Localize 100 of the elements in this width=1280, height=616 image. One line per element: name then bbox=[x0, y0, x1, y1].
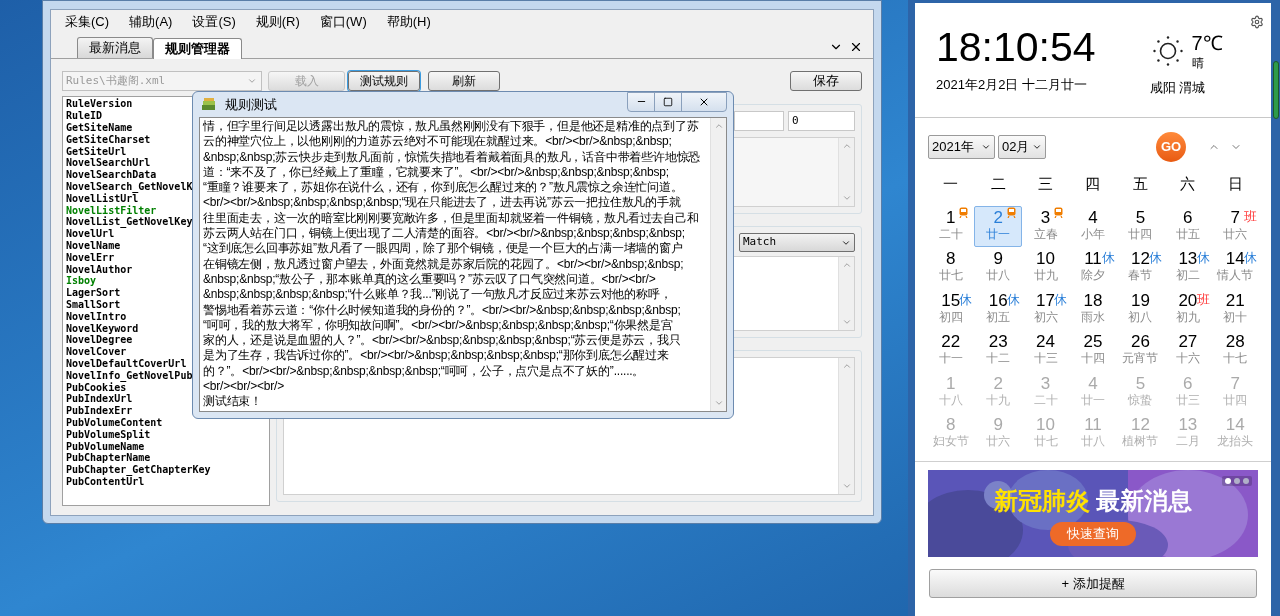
menu-item[interactable]: 窗口(W) bbox=[319, 11, 367, 32]
scroll-up-icon[interactable] bbox=[841, 260, 852, 270]
calendar-day[interactable]: 17休 初六 bbox=[1021, 288, 1070, 331]
calendar-day[interactable]: 1 二十 bbox=[927, 205, 975, 248]
rule-list-item[interactable]: NovelUrl bbox=[66, 228, 115, 240]
calendar-day[interactable]: 18 雨水 bbox=[1069, 288, 1117, 331]
day-number: 4 bbox=[1088, 207, 1098, 227]
menu-item[interactable]: 帮助(H) bbox=[386, 11, 431, 32]
tab[interactable]: 最新消息 bbox=[77, 37, 153, 58]
save-button[interactable]: 保存 bbox=[790, 71, 862, 91]
rule-list-item[interactable]: NovelListFilter bbox=[66, 204, 157, 216]
calendar-day[interactable]: 26 元宵节 bbox=[1116, 330, 1165, 372]
text-field[interactable] bbox=[734, 111, 784, 131]
close-icon[interactable] bbox=[849, 40, 863, 54]
rule-list-item[interactable]: PubChapterName bbox=[66, 452, 151, 464]
rule-list-item[interactable]: PubChapter_GetChapterKey bbox=[66, 464, 211, 476]
rule-list-item[interactable]: PubCookies bbox=[66, 381, 127, 393]
add-reminder-button[interactable]: + 添加提醒 bbox=[929, 569, 1257, 599]
calendar-day[interactable]: 2 廿一 bbox=[974, 205, 1022, 248]
lunar-date: 廿八 bbox=[1081, 434, 1105, 450]
rule-list-item[interactable]: NovelSearchData bbox=[66, 169, 157, 181]
scroll-down-icon[interactable] bbox=[713, 398, 724, 408]
toolbar-button[interactable]: 测试规则 bbox=[348, 71, 420, 91]
calendar-day[interactable]: 13休 初二 bbox=[1164, 247, 1212, 289]
toolbar-button[interactable]: 刷新 bbox=[428, 71, 500, 91]
lunar-date: 廿六 bbox=[1223, 226, 1248, 242]
temperature: 7℃ bbox=[1191, 32, 1223, 54]
day-number: 7 bbox=[1230, 373, 1240, 393]
calendar-day[interactable]: 24 十三 bbox=[1021, 330, 1070, 372]
rule-list-item[interactable]: NovelInfo_GetNovelPub bbox=[66, 369, 193, 381]
calendar-day[interactable]: 20班 初九 bbox=[1164, 288, 1212, 331]
scroll-up-icon[interactable] bbox=[841, 361, 852, 371]
holiday-label: 休 bbox=[1149, 249, 1163, 268]
rule-list-item[interactable]: NovelKeyword bbox=[66, 322, 139, 334]
rule-list-item[interactable]: NovelIntro bbox=[66, 310, 127, 322]
scroll-down-icon[interactable] bbox=[841, 317, 852, 327]
calendar-day[interactable]: 8 廿七 bbox=[927, 247, 975, 289]
calendar-day[interactable]: 6 廿五 bbox=[1164, 205, 1212, 248]
calendar-day[interactable]: 4 小年 bbox=[1069, 205, 1117, 248]
rule-list-item[interactable]: PubVolumeSplit bbox=[66, 428, 151, 440]
calendar-day[interactable]: 14休 情人节 bbox=[1211, 247, 1259, 289]
calendar-day[interactable]: 15休 初四 bbox=[927, 288, 975, 331]
scroll-up-icon[interactable] bbox=[713, 121, 724, 131]
rule-list-item[interactable]: NovelListUrl bbox=[66, 192, 139, 204]
scroll-down-icon[interactable] bbox=[841, 481, 852, 491]
rule-list-item[interactable]: NovelSearch_GetNovelK bbox=[66, 180, 193, 192]
calendar-day[interactable]: 28 十七 bbox=[1211, 330, 1259, 372]
rule-list-item[interactable]: GetSiteUrl bbox=[66, 145, 127, 157]
calendar-day[interactable]: 3 立春 bbox=[1021, 205, 1070, 248]
rule-list-item[interactable]: SmallSort bbox=[66, 298, 121, 310]
tab[interactable]: 规则管理器 bbox=[153, 38, 242, 59]
calendar-day[interactable]: 19 初八 bbox=[1116, 288, 1165, 331]
rule-list-item[interactable]: RuleID bbox=[66, 110, 103, 122]
calendar-day[interactable]: 16休 初五 bbox=[974, 288, 1022, 331]
calendar-day[interactable]: 9 廿八 bbox=[974, 247, 1022, 289]
menu-item[interactable]: 辅助(A) bbox=[129, 11, 173, 32]
calendar-day[interactable]: 7 班 廿六 bbox=[1211, 205, 1259, 248]
scrollbar[interactable] bbox=[1273, 61, 1279, 119]
month-select[interactable]: 02月 bbox=[998, 134, 1046, 159]
rule-list-item[interactable]: NovelErr bbox=[66, 251, 115, 263]
rule-list-item[interactable]: NovelDegree bbox=[66, 334, 133, 346]
calendar-day[interactable]: 12休 春节 bbox=[1116, 247, 1165, 289]
rule-list-item[interactable]: NovelAuthor bbox=[66, 263, 133, 275]
year-select[interactable]: 2021年 bbox=[928, 134, 995, 159]
rule-list-item[interactable]: PubIndexErr bbox=[66, 405, 133, 417]
rule-list-item[interactable]: NovelList_GetNovelKey bbox=[66, 216, 193, 228]
rule-list-item[interactable]: NovelDefaultCoverUrl bbox=[66, 357, 187, 369]
day-number: 24 bbox=[1036, 332, 1055, 352]
rule-list-item[interactable]: PubContentUrl bbox=[66, 475, 145, 487]
rule-list-item[interactable]: PubIndexUrl bbox=[66, 393, 133, 405]
scroll-down-icon[interactable] bbox=[841, 193, 852, 203]
menu-item[interactable]: 采集(C) bbox=[65, 11, 110, 32]
calendar-day[interactable]: 25 十四 bbox=[1069, 330, 1117, 372]
calendar-day[interactable]: 22 十一 bbox=[927, 330, 975, 372]
calendar-day[interactable]: 11休 除夕 bbox=[1069, 247, 1117, 289]
calendar-day[interactable]: 21 初十 bbox=[1211, 288, 1259, 331]
calendar-day[interactable]: 27 十六 bbox=[1164, 330, 1212, 372]
lunar-date: 惊蛰 bbox=[1128, 392, 1153, 408]
calendar-day[interactable]: 10 廿九 bbox=[1021, 247, 1070, 289]
number-field[interactable]: 0 bbox=[788, 111, 855, 131]
rule-list-item[interactable]: PubVolumeContent bbox=[66, 416, 163, 428]
settings-icon[interactable] bbox=[1250, 15, 1264, 29]
rule-list-item[interactable]: NovelSearchUrl bbox=[66, 157, 151, 169]
scroll-up-icon[interactable] bbox=[841, 141, 852, 151]
rule-list-item[interactable]: GetSiteName bbox=[66, 122, 133, 133]
news-banner[interactable]: 新冠肺炎 最新消息 快速查询 bbox=[928, 470, 1258, 558]
day-number: 6 bbox=[1183, 373, 1193, 393]
rule-list-item[interactable]: GetSiteCharset bbox=[66, 133, 151, 145]
rule-list-item[interactable]: Isboy bbox=[66, 275, 97, 287]
rule-list-item[interactable]: LagerSort bbox=[66, 287, 121, 299]
rule-list-item[interactable]: NovelName bbox=[66, 239, 121, 251]
rule-list-item[interactable]: NovelCover bbox=[66, 346, 127, 358]
rule-list-item[interactable]: PubVolumeName bbox=[66, 440, 145, 452]
calendar-day[interactable]: 23 十二 bbox=[974, 330, 1022, 372]
match-select[interactable]: Match bbox=[739, 233, 855, 252]
menu-item[interactable]: 规则(R) bbox=[255, 11, 300, 32]
rule-list-item[interactable]: RuleVersion bbox=[66, 98, 133, 110]
calendar-day[interactable]: 5 廿四 bbox=[1116, 205, 1165, 248]
lunar-date: 二月 bbox=[1175, 434, 1200, 450]
menu-item[interactable]: 设置(S) bbox=[192, 11, 236, 32]
